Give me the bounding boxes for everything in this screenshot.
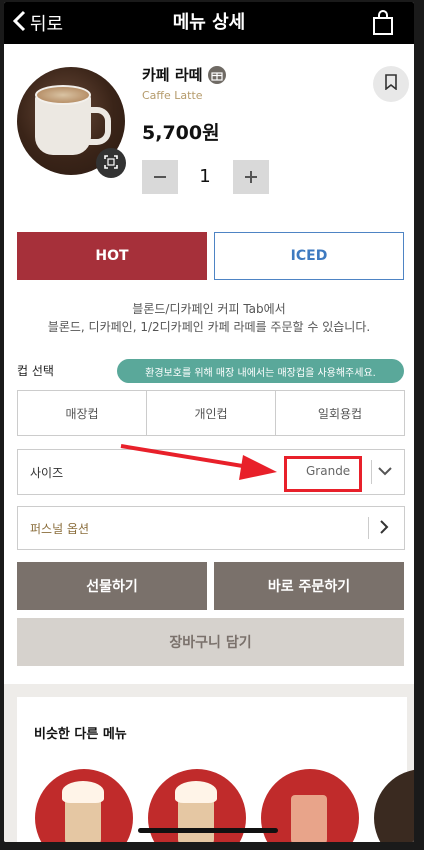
similar-menu-item[interactable] bbox=[374, 769, 414, 842]
drink-cream bbox=[62, 781, 104, 803]
drink-cream bbox=[175, 781, 217, 803]
home-indicator bbox=[138, 828, 278, 833]
cup-option-personal[interactable]: 개인컵 bbox=[147, 391, 276, 435]
gift-icon bbox=[208, 65, 227, 84]
plus-icon bbox=[244, 165, 258, 190]
cup-handle bbox=[87, 107, 111, 145]
chevron-right-icon bbox=[378, 518, 390, 540]
app-screen: 뒤로 메뉴 상세 카페 라떼 Caffe Latte 5,700원 1 HOT … bbox=[4, 2, 414, 842]
divider bbox=[371, 460, 372, 484]
personal-option-label: 퍼스널 옵션 bbox=[30, 522, 90, 536]
similar-menu-title: 비슷한 다른 메뉴 bbox=[34, 727, 127, 742]
minus-icon bbox=[153, 165, 167, 190]
product-english-name: Caffe Latte bbox=[142, 89, 203, 102]
similar-menu-card: 비슷한 다른 메뉴 bbox=[17, 697, 414, 842]
shopping-bag-icon[interactable] bbox=[372, 10, 394, 40]
annotation-arrow bbox=[119, 442, 279, 488]
gift-button[interactable]: 선물하기 bbox=[17, 562, 207, 610]
cup-select-label: 컵 선택 bbox=[17, 364, 54, 378]
cup-option-disposable[interactable]: 일회용컵 bbox=[276, 391, 404, 435]
hot-option-button[interactable]: HOT bbox=[17, 232, 207, 280]
cup-selector: 매장컵 개인컵 일회용컵 bbox=[17, 390, 405, 436]
chevron-down-icon bbox=[376, 462, 394, 484]
expand-image-button[interactable] bbox=[96, 148, 126, 178]
divider bbox=[368, 517, 369, 539]
notice-line-1: 블론드/디카페인 커피 Tab에서 bbox=[132, 302, 286, 316]
size-highlight-box bbox=[284, 456, 362, 492]
drink-glass bbox=[291, 795, 327, 842]
product-name-text: 카페 라떼 bbox=[142, 66, 203, 84]
bookmark-button[interactable] bbox=[373, 66, 409, 102]
quantity-decrease-button[interactable] bbox=[142, 160, 178, 194]
latte-foam bbox=[35, 85, 91, 105]
similar-menu-item[interactable] bbox=[35, 769, 133, 842]
iced-option-button[interactable]: ICED bbox=[214, 232, 404, 280]
order-now-button[interactable]: 바로 주문하기 bbox=[214, 562, 404, 610]
add-to-cart-button[interactable]: 장바구니 담기 bbox=[17, 618, 404, 666]
top-bar: 뒤로 메뉴 상세 bbox=[4, 2, 414, 44]
notice-line-2: 블론드, 디카페인, 1/2디카페인 카페 라떼를 주문할 수 있습니다. bbox=[47, 320, 371, 334]
eco-badge: 환경보호를 위해 매장 내에서는 매장컵을 사용해주세요. bbox=[117, 359, 404, 383]
size-label: 사이즈 bbox=[30, 466, 64, 480]
cup-option-store[interactable]: 매장컵 bbox=[18, 391, 147, 435]
product-price: 5,700원 bbox=[142, 122, 220, 144]
bookmark-icon bbox=[385, 74, 397, 94]
quantity-value: 1 bbox=[199, 166, 211, 187]
quantity-increase-button[interactable] bbox=[233, 160, 269, 194]
page-title: 메뉴 상세 bbox=[172, 12, 246, 33]
product-name: 카페 라떼 bbox=[142, 64, 227, 85]
personal-option-row[interactable]: 퍼스널 옵션 bbox=[17, 506, 405, 550]
expand-icon bbox=[104, 154, 118, 173]
